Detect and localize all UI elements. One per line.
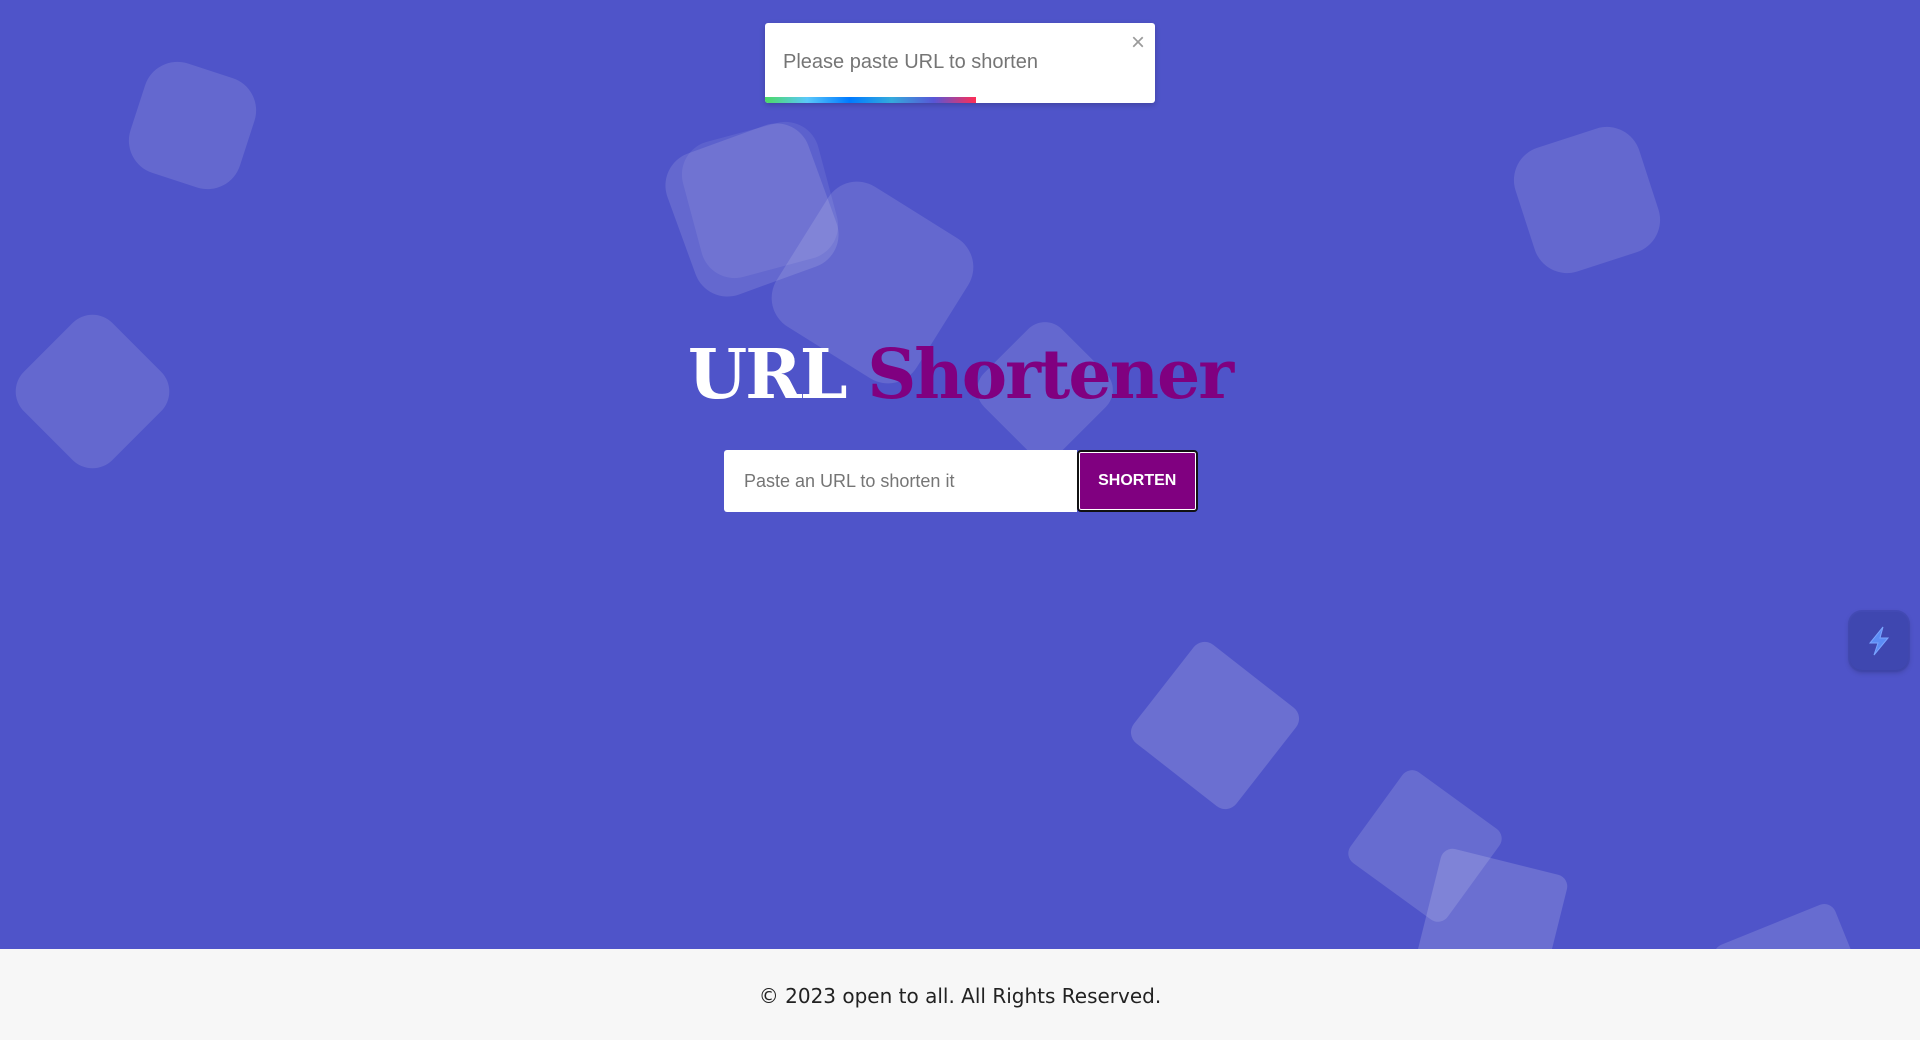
toast-notification: Please paste URL to shorten × [765, 23, 1155, 103]
toast-progress-bar [765, 97, 976, 103]
toast-message: Please paste URL to shorten [783, 51, 1038, 73]
close-icon[interactable]: × [1131, 29, 1145, 57]
page-title-shortener: Shortener [867, 335, 1234, 415]
shorten-button[interactable]: SHORTEN [1076, 450, 1198, 512]
side-widget-button[interactable] [1850, 612, 1908, 670]
copyright-text: © 2023 open to all. All Rights Reserved. [758, 984, 1162, 1008]
decorative-shape [1505, 118, 1669, 282]
shorten-form: SHORTEN [724, 450, 1198, 512]
decorative-shape [1125, 636, 1305, 815]
url-input[interactable] [724, 450, 1077, 512]
bolt-icon [1868, 626, 1890, 656]
hero-section: Please paste URL to shorten × URL Shorte… [0, 0, 1920, 949]
decorative-shape [1710, 900, 1880, 949]
page-title-url: URL [687, 335, 848, 415]
footer: © 2023 open to all. All Rights Reserved. [0, 949, 1920, 1040]
decorative-shape [120, 53, 265, 198]
page-title: URL Shortener [0, 333, 1920, 417]
